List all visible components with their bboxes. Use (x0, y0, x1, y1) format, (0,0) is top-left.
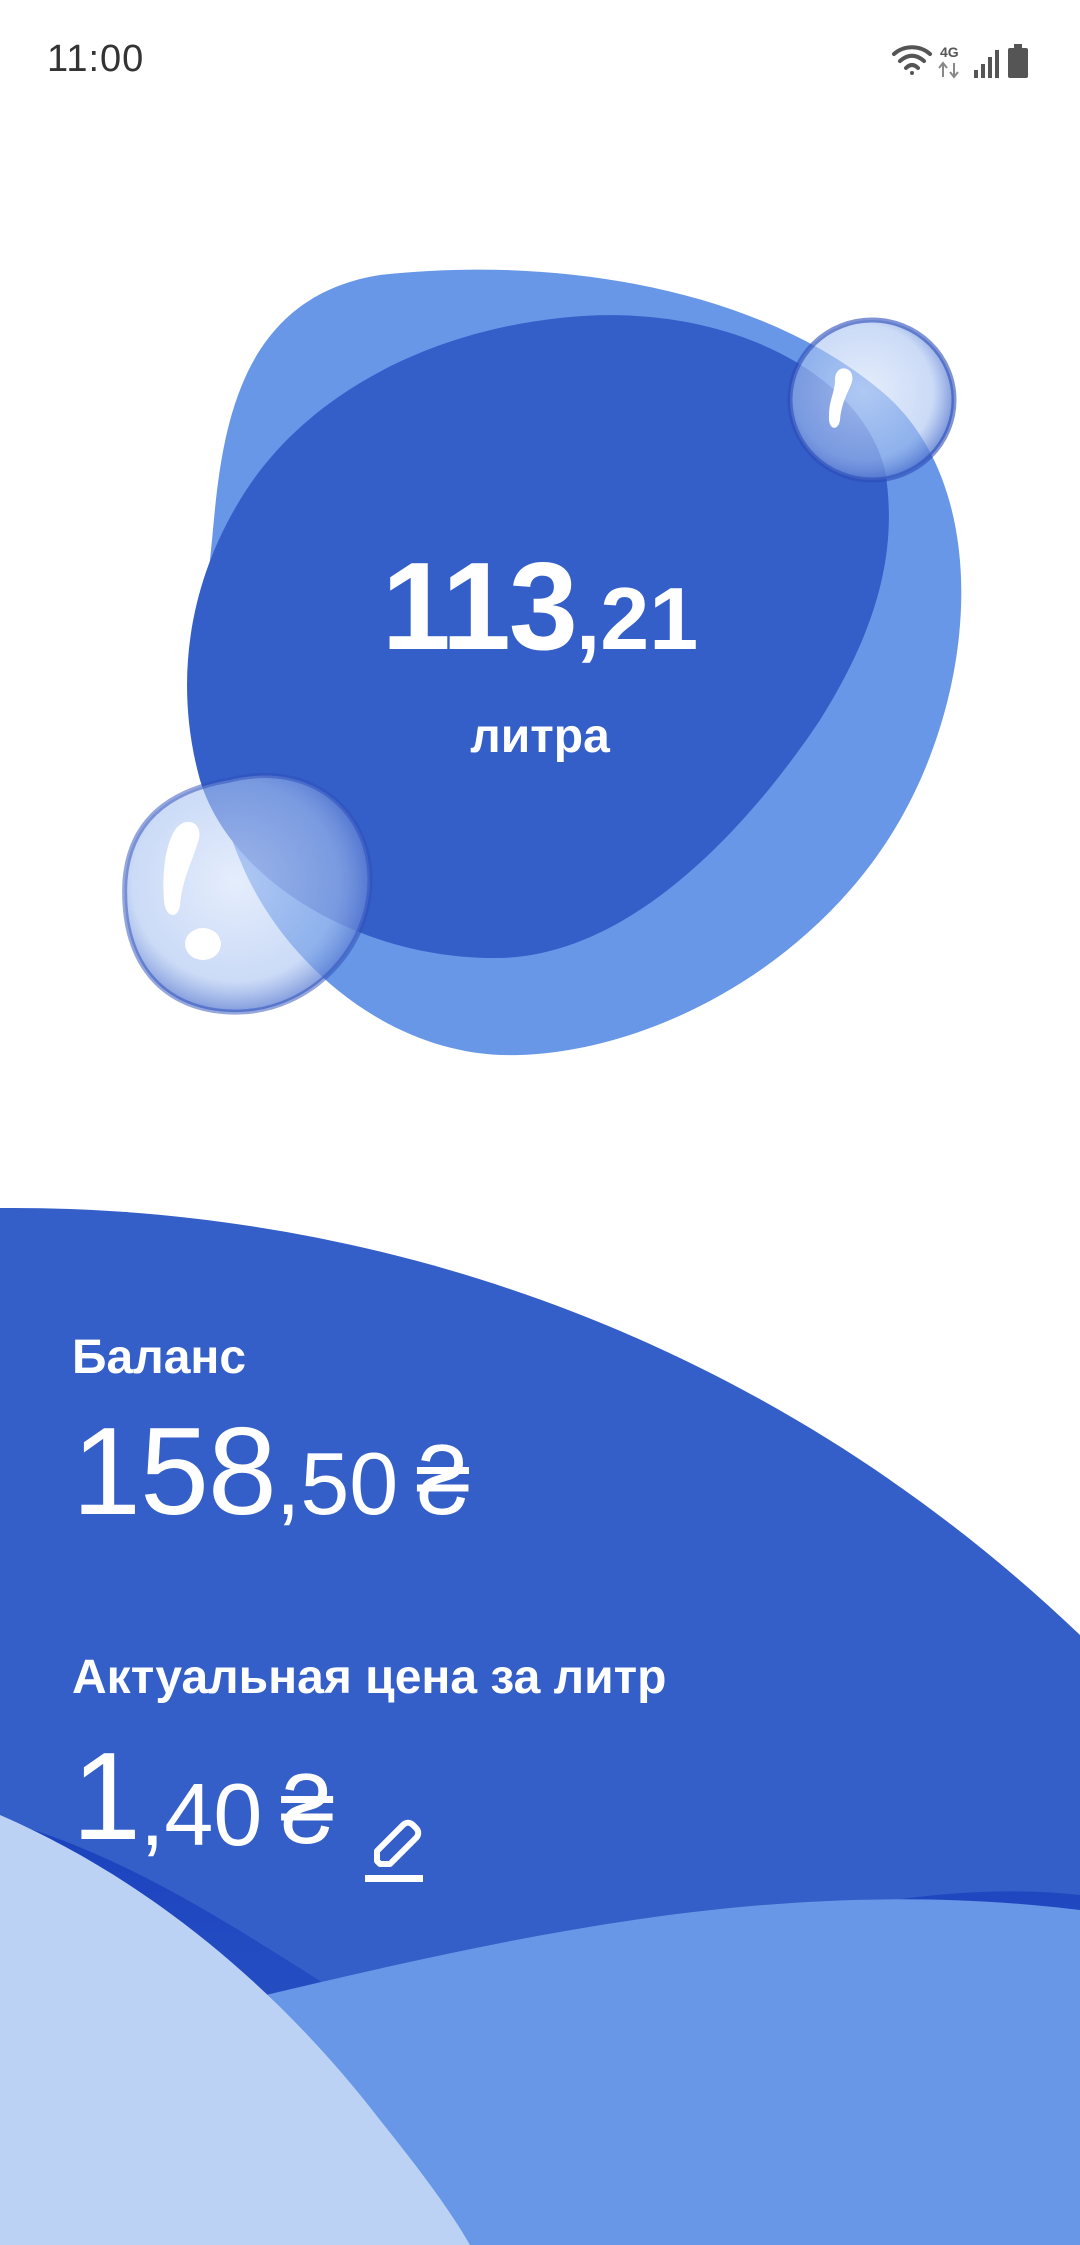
balance-currency: ₴ (416, 1428, 469, 1535)
wifi-icon (892, 45, 932, 75)
price-decimal: ,40 (139, 1765, 263, 1864)
bubble-top-right (787, 317, 957, 483)
liters-decimal: ,21 (575, 569, 699, 668)
battery-icon (1008, 44, 1028, 78)
status-bar: 11:00 4G (0, 0, 1080, 125)
balance-value: 158,50 ₴ (72, 1410, 470, 1535)
liters-value: 113,21 (290, 545, 790, 669)
balance-label: Баланс (72, 1331, 247, 1384)
background-shapes (0, 269, 1080, 2245)
liters-meter: 113,21 литра (290, 545, 790, 764)
edit-pencil-icon (364, 1819, 423, 1882)
price-currency: ₴ (280, 1757, 333, 1864)
liters-unit: литра (470, 710, 610, 763)
edit-price-button[interactable] (363, 1781, 427, 1882)
status-icons: 4G (892, 44, 1028, 79)
price-label: Актуальная цена за литр (72, 1651, 667, 1704)
network-4g-icon: 4G (940, 44, 959, 60)
balance-decimal: ,50 (275, 1434, 399, 1533)
liters-integer: 113 (381, 538, 578, 676)
balance-integer: 158 (72, 1403, 277, 1541)
price-integer: 1 (72, 1728, 141, 1866)
status-time: 11:00 (47, 38, 145, 80)
price-value: 1,40 ₴ (72, 1728, 427, 1882)
signal-icon (974, 50, 999, 78)
